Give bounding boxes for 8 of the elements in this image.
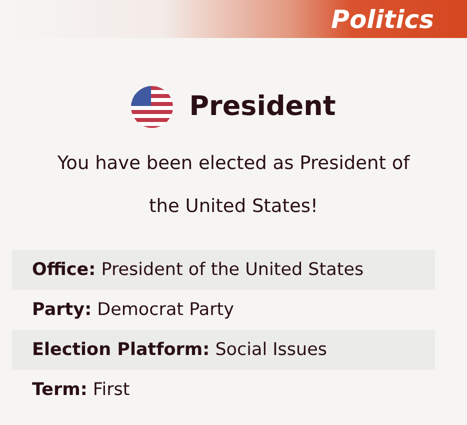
detail-row: Office: President of the United States <box>12 250 435 290</box>
detail-row-text: Party: Democrat Party <box>31 299 236 322</box>
detail-row-text: Term: First <box>31 379 131 402</box>
flag-icon <box>131 86 174 128</box>
message: You have been elected as President of the United States! <box>56 152 411 219</box>
detail-row: Election Platform: Social Issues <box>12 330 435 370</box>
title: President <box>189 90 336 124</box>
category-label: Politics <box>331 6 434 32</box>
